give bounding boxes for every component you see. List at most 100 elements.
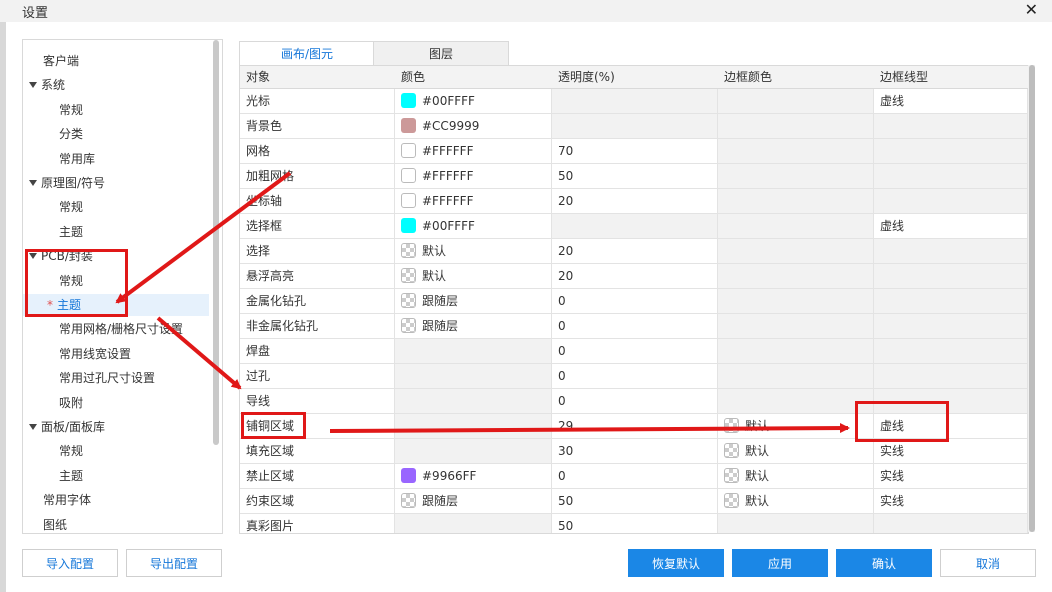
sidebar-item[interactable]: 系统 bbox=[29, 74, 65, 96]
transparent-swatch-icon[interactable] bbox=[724, 443, 739, 458]
cell-border-color[interactable]: 默认 bbox=[718, 489, 874, 514]
cancel-button[interactable]: 取消 bbox=[940, 549, 1036, 577]
cell-border-color[interactable] bbox=[718, 389, 874, 414]
sidebar-item[interactable]: 主题 bbox=[59, 221, 83, 243]
cell-opacity[interactable]: 0 bbox=[552, 314, 718, 339]
cell-color[interactable]: 跟随层 bbox=[395, 314, 552, 339]
cell-opacity[interactable]: 50 bbox=[552, 514, 718, 533]
sidebar-item[interactable]: 分类 bbox=[59, 123, 83, 145]
table-row[interactable]: 网格 #FFFFFF 70 bbox=[240, 139, 1028, 164]
cell-opacity[interactable]: 70 bbox=[552, 139, 718, 164]
cell-color[interactable]: 默认 bbox=[395, 264, 552, 289]
cell-color[interactable]: #9966FF bbox=[395, 464, 552, 489]
color-swatch-icon[interactable] bbox=[401, 143, 416, 158]
cell-border-color[interactable] bbox=[718, 114, 874, 139]
cell-border-style[interactable] bbox=[874, 164, 1028, 189]
transparent-swatch-icon[interactable] bbox=[724, 468, 739, 483]
cell-border-style[interactable] bbox=[874, 289, 1028, 314]
table-row[interactable]: 加粗网格 #FFFFFF 50 bbox=[240, 164, 1028, 189]
cell-border-style[interactable] bbox=[874, 314, 1028, 339]
export-config-button[interactable]: 导出配置 bbox=[126, 549, 222, 577]
table-row[interactable]: 光标 #00FFFF 虚线 bbox=[240, 89, 1028, 114]
cell-border-style[interactable] bbox=[874, 114, 1028, 139]
cell-color[interactable]: 默认 bbox=[395, 239, 552, 264]
cell-opacity[interactable]: 20 bbox=[552, 239, 718, 264]
cell-border-color[interactable] bbox=[718, 314, 874, 339]
color-swatch-icon[interactable] bbox=[401, 93, 416, 108]
cell-border-style[interactable]: 实线 bbox=[874, 489, 1028, 514]
cell-border-color[interactable] bbox=[718, 214, 874, 239]
cell-border-color[interactable] bbox=[718, 264, 874, 289]
cell-border-style[interactable]: 实线 bbox=[874, 464, 1028, 489]
transparent-swatch-icon[interactable] bbox=[401, 293, 416, 308]
table-row[interactable]: 坐标轴 #FFFFFF 20 bbox=[240, 189, 1028, 214]
cell-border-color[interactable] bbox=[718, 139, 874, 164]
sidebar-item[interactable]: 常用网格/栅格尺寸设置 bbox=[59, 318, 183, 340]
cell-border-style[interactable] bbox=[874, 239, 1028, 264]
cell-color[interactable]: 跟随层 bbox=[395, 289, 552, 314]
cell-color[interactable]: #00FFFF bbox=[395, 214, 552, 239]
cell-border-color[interactable] bbox=[718, 89, 874, 114]
table-scrollbar[interactable] bbox=[1029, 65, 1035, 532]
cell-border-color[interactable]: 默认 bbox=[718, 464, 874, 489]
sidebar-item[interactable]: 图纸 bbox=[43, 514, 67, 533]
cell-border-style[interactable] bbox=[874, 189, 1028, 214]
color-swatch-icon[interactable] bbox=[401, 168, 416, 183]
cell-opacity[interactable]: 0 bbox=[552, 289, 718, 314]
cell-color[interactable]: #FFFFFF bbox=[395, 139, 552, 164]
cell-border-color[interactable]: 默认 bbox=[718, 414, 874, 439]
cell-opacity[interactable]: 0 bbox=[552, 364, 718, 389]
sidebar-item[interactable]: 面板/面板库 bbox=[29, 416, 105, 438]
cell-color[interactable] bbox=[395, 389, 552, 414]
transparent-swatch-icon[interactable] bbox=[724, 418, 739, 433]
sidebar-item[interactable]: 原理图/符号 bbox=[29, 172, 105, 194]
cell-color[interactable] bbox=[395, 514, 552, 533]
cell-opacity[interactable]: 0 bbox=[552, 464, 718, 489]
import-config-button[interactable]: 导入配置 bbox=[22, 549, 118, 577]
column-header-border-style[interactable]: 边框线型 bbox=[874, 66, 1028, 88]
table-row[interactable]: 过孔 0 bbox=[240, 364, 1028, 389]
column-header-object[interactable]: 对象 bbox=[240, 66, 395, 88]
cell-color[interactable]: #CC9999 bbox=[395, 114, 552, 139]
sidebar-item[interactable]: 吸附 bbox=[59, 392, 83, 414]
cell-border-color[interactable] bbox=[718, 164, 874, 189]
confirm-button[interactable]: 确认 bbox=[836, 549, 932, 577]
apply-button[interactable]: 应用 bbox=[732, 549, 828, 577]
cell-opacity[interactable]: 30 bbox=[552, 439, 718, 464]
cell-border-color[interactable] bbox=[718, 339, 874, 364]
cell-border-color[interactable] bbox=[718, 189, 874, 214]
column-header-color[interactable]: 颜色 bbox=[395, 66, 552, 88]
tab-canvas-primitives[interactable]: 画布/图元 bbox=[239, 41, 375, 66]
chevron-down-icon[interactable] bbox=[29, 424, 37, 430]
cell-color[interactable] bbox=[395, 414, 552, 439]
chevron-down-icon[interactable] bbox=[29, 180, 37, 186]
cell-border-style[interactable] bbox=[874, 514, 1028, 533]
cell-border-style[interactable] bbox=[874, 364, 1028, 389]
cell-opacity[interactable] bbox=[552, 89, 718, 114]
restore-default-button[interactable]: 恢复默认 bbox=[628, 549, 724, 577]
table-row[interactable]: 选择 默认 20 bbox=[240, 239, 1028, 264]
cell-color[interactable]: 跟随层 bbox=[395, 489, 552, 514]
color-swatch-icon[interactable] bbox=[401, 218, 416, 233]
column-header-border-color[interactable]: 边框颜色 bbox=[718, 66, 874, 88]
sidebar-item[interactable]: 常规 bbox=[59, 196, 83, 218]
table-row[interactable]: 金属化钻孔 跟随层 0 bbox=[240, 289, 1028, 314]
cell-border-style[interactable]: 虚线 bbox=[874, 214, 1028, 239]
sidebar-item[interactable]: 常规 bbox=[59, 440, 83, 462]
color-swatch-icon[interactable] bbox=[401, 468, 416, 483]
cell-border-color[interactable] bbox=[718, 364, 874, 389]
transparent-swatch-icon[interactable] bbox=[401, 318, 416, 333]
cell-color[interactable] bbox=[395, 364, 552, 389]
sidebar-item[interactable]: 常用字体 bbox=[43, 489, 91, 511]
cell-border-color[interactable] bbox=[718, 289, 874, 314]
transparent-swatch-icon[interactable] bbox=[724, 493, 739, 508]
sidebar-item[interactable]: 常规 bbox=[59, 99, 83, 121]
cell-opacity[interactable]: 20 bbox=[552, 264, 718, 289]
close-icon[interactable]: ✕ bbox=[1025, 0, 1038, 19]
sidebar-item[interactable]: 常用过孔尺寸设置 bbox=[59, 367, 155, 389]
table-row[interactable]: 背景色 #CC9999 bbox=[240, 114, 1028, 139]
sidebar-item[interactable]: 客户端 bbox=[43, 50, 79, 72]
transparent-swatch-icon[interactable] bbox=[401, 268, 416, 283]
cell-opacity[interactable]: 50 bbox=[552, 489, 718, 514]
transparent-swatch-icon[interactable] bbox=[401, 493, 416, 508]
